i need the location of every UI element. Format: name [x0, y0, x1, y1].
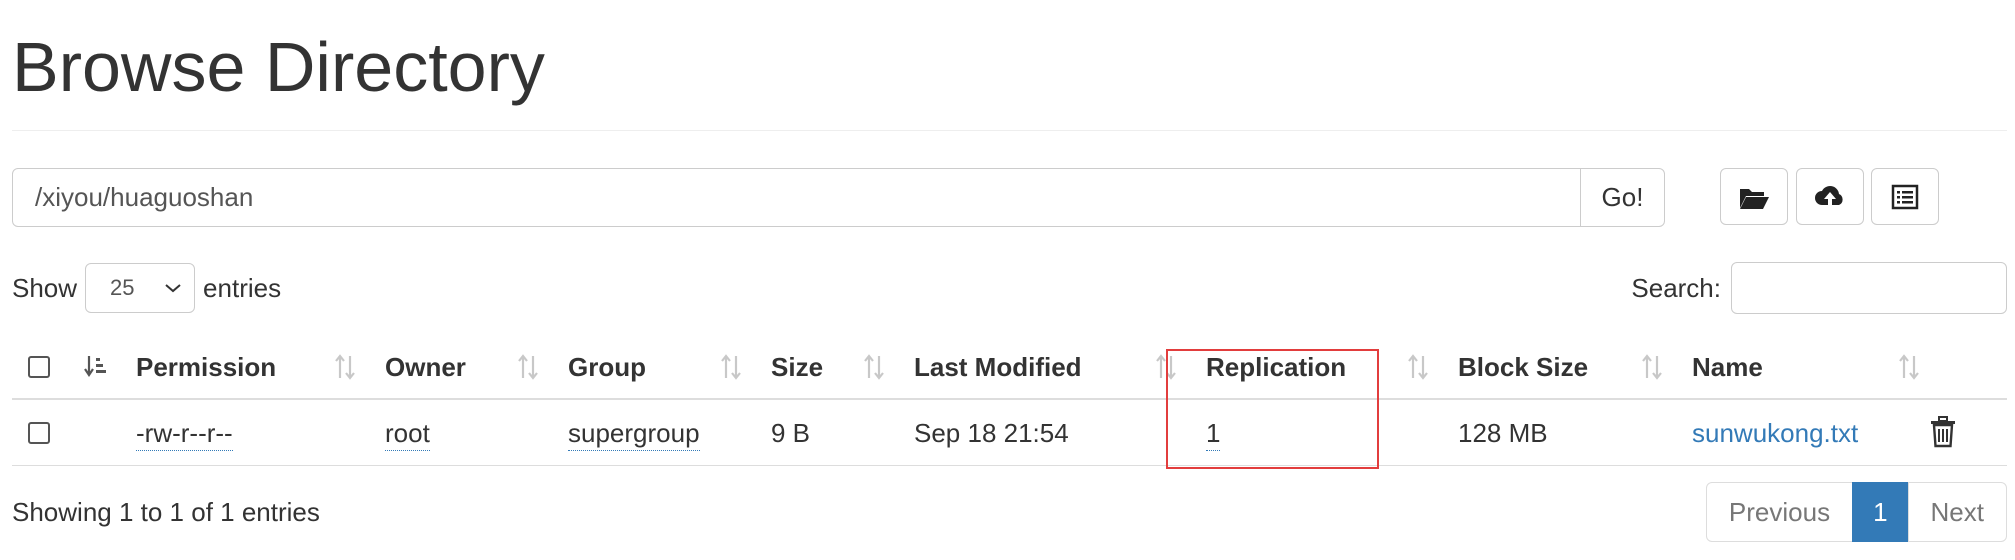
column-header-replication[interactable]: Replication	[1206, 334, 1346, 400]
column-header-block-size[interactable]: Block Size	[1458, 334, 1588, 400]
file-table: Permission Owner Group Size Last Modifie…	[12, 334, 2007, 466]
page-title: Browse Directory	[12, 28, 545, 106]
go-button[interactable]: Go!	[1580, 168, 1665, 227]
browse-directory-page: Browse Directory Go! Show 25	[0, 0, 2015, 560]
entries-per-page-select[interactable]: 25	[85, 263, 196, 313]
sort-both-icon[interactable]	[332, 350, 358, 384]
chevron-down-icon	[165, 284, 181, 293]
directory-path-input[interactable]	[12, 168, 1581, 227]
table-info: Showing 1 to 1 of 1 entries	[12, 497, 320, 527]
group-value[interactable]: supergroup	[568, 416, 700, 451]
title-divider	[12, 130, 2007, 131]
column-header-group[interactable]: Group	[568, 334, 646, 400]
permission-cell[interactable]: -rw-r--r--	[136, 400, 233, 466]
owner-value[interactable]: root	[385, 416, 430, 451]
column-header-name[interactable]: Name	[1692, 334, 1763, 400]
list-alt-icon	[1891, 184, 1919, 209]
sort-ascending-icon[interactable]	[82, 350, 108, 384]
size-cell: 9 B	[771, 418, 811, 448]
search-filter: Search:	[1631, 262, 2007, 314]
create-directory-button[interactable]	[1720, 168, 1788, 225]
column-header-permission[interactable]: Permission	[136, 334, 276, 400]
last-modified-cell: Sep 18 21:54	[914, 418, 1069, 448]
folder-open-icon	[1740, 188, 1769, 209]
page-1-button[interactable]: 1	[1852, 482, 1909, 542]
table-header: Permission Owner Group Size Last Modifie…	[12, 334, 2007, 400]
show-label: Show	[12, 272, 78, 303]
upload-file-button[interactable]	[1796, 168, 1864, 225]
row-select-checkbox[interactable]	[28, 422, 50, 444]
sort-both-icon[interactable]	[515, 350, 541, 384]
column-header-size[interactable]: Size	[771, 334, 823, 400]
replication-cell[interactable]: 1	[1206, 400, 1221, 466]
previous-page-button[interactable]: Previous	[1705, 482, 1854, 542]
permission-value[interactable]: -rw-r--r--	[136, 416, 233, 451]
trash-icon[interactable]	[1929, 416, 1957, 448]
column-header-last-modified[interactable]: Last Modified	[914, 334, 1082, 400]
table-row: -rw-r--r-- root supergroup 9 B Sep 18 21…	[12, 400, 2007, 466]
search-label: Search:	[1631, 272, 1721, 303]
view-list-button[interactable]	[1871, 168, 1939, 225]
pagination: Previous 1 Next	[1705, 482, 2007, 542]
search-input[interactable]	[1731, 262, 2007, 314]
select-all-checkbox[interactable]	[28, 356, 50, 378]
owner-cell[interactable]: root	[385, 400, 430, 466]
column-header-owner[interactable]: Owner	[385, 334, 466, 400]
length-menu: Show 25 entries	[12, 263, 281, 313]
sort-both-icon[interactable]	[1153, 350, 1179, 384]
cloud-upload-icon	[1815, 185, 1843, 206]
block-size-cell: 128 MB	[1458, 418, 1548, 448]
sort-both-icon[interactable]	[1896, 350, 1922, 384]
path-bar: Go!	[12, 168, 1665, 227]
group-cell[interactable]: supergroup	[568, 400, 700, 466]
sort-both-icon[interactable]	[718, 350, 744, 384]
sort-both-icon[interactable]	[1639, 350, 1665, 384]
entries-per-page-value: 25	[110, 275, 135, 300]
sort-both-icon[interactable]	[861, 350, 887, 384]
sort-both-icon[interactable]	[1405, 350, 1431, 384]
replication-value[interactable]: 1	[1206, 416, 1221, 451]
entries-label: entries	[203, 272, 282, 303]
next-page-button[interactable]: Next	[1907, 482, 2007, 542]
file-name-link[interactable]: sunwukong.txt	[1692, 400, 1858, 466]
